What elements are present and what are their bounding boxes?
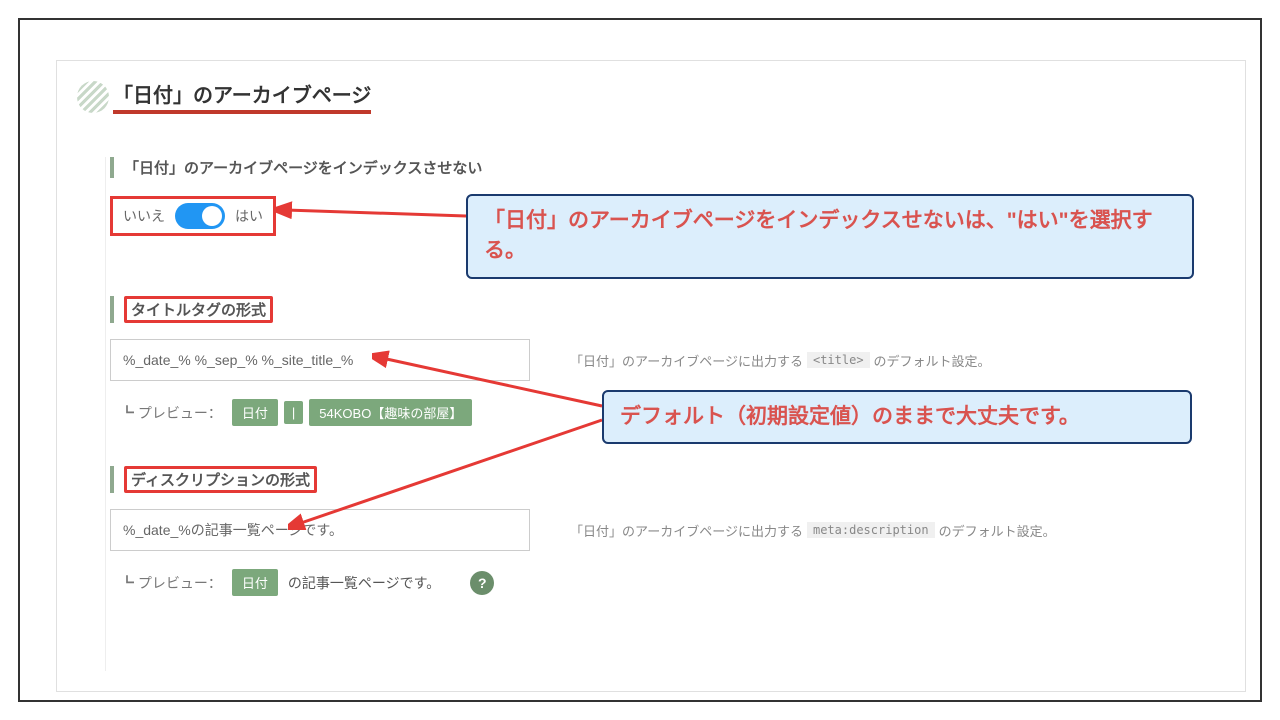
title-tag-desc: 「日付」のアーカイブページに出力する <title> のデフォルト設定。 <box>570 351 991 370</box>
panel-header: 「日付」のアーカイブページ <box>77 79 371 114</box>
arrow-icon <box>276 196 476 236</box>
toggle-on-label: はい <box>235 206 263 226</box>
toggle-off-label: いいえ <box>123 206 165 226</box>
pill-date-2: 日付 <box>232 569 278 596</box>
settings-panel: 「日付」のアーカイブページ 「日付」のアーカイブページをインデックスさせない い… <box>56 60 1246 692</box>
noindex-label: 「日付」のアーカイブページをインデックスさせない <box>110 157 482 178</box>
noindex-toggle-group: いいえ はい <box>110 196 276 236</box>
section-bar-desc: ディスクリプションの形式 <box>110 466 317 493</box>
code-title-tag: <title> <box>807 352 870 368</box>
hatch-icon <box>77 81 109 113</box>
section-bar-title: タイトルタグの形式 <box>110 296 273 323</box>
help-icon[interactable]: ? <box>470 571 494 595</box>
description-block: ディスクリプションの形式 「日付」のアーカイブページに出力する meta:des… <box>110 466 1205 596</box>
page-title: 「日付」のアーカイブページ <box>113 79 371 114</box>
title-tag-label: タイトルタグの形式 <box>124 296 273 323</box>
noindex-toggle[interactable] <box>175 203 225 229</box>
annotation-callout-2: デフォルト（初期設定値）のままで大丈夫です。 <box>602 390 1192 444</box>
description-preview: ┗ プレビュー： 日付 の記事一覧ページです。 ? <box>120 569 1205 596</box>
code-meta-desc: meta:description <box>807 522 935 538</box>
description-desc: 「日付」のアーカイブページに出力する meta:description のデフォ… <box>570 521 1056 540</box>
pill-date: 日付 <box>232 399 278 426</box>
arrow-icon <box>288 410 608 530</box>
annotation-callout-1: 「日付」のアーカイブページをインデックスせないは、"はい"を選択する。 <box>466 194 1194 279</box>
outer-frame: 「日付」のアーカイブページ 「日付」のアーカイブページをインデックスさせない い… <box>18 18 1262 702</box>
